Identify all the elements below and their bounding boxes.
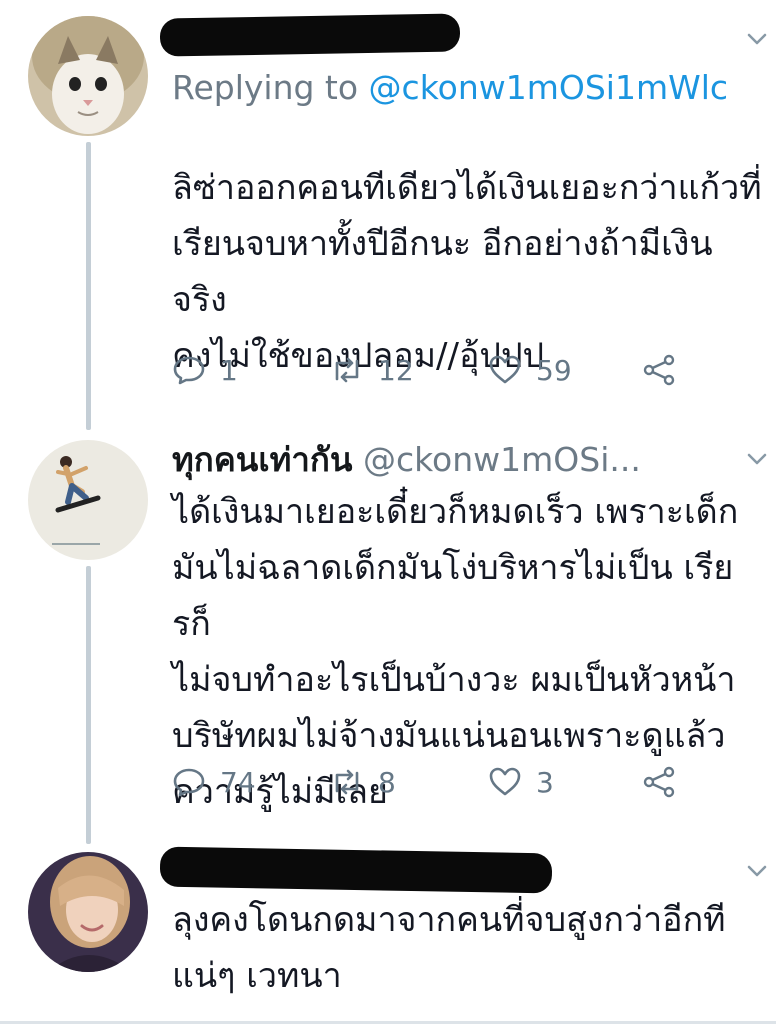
tweet-actions: 74 8 3 [172, 760, 692, 804]
reply-button[interactable]: 74 [172, 760, 256, 804]
author-handle[interactable]: @ckonw1mOSi... [363, 440, 641, 479]
reply-mention-link[interactable]: @ckonw1mOSi1mWlc [369, 68, 729, 107]
avatar-skater[interactable] [28, 440, 148, 560]
tweet-text-line: มันไม่ฉลาดเด็กมันโง่บริหารไม่เป็น เรียรก… [172, 548, 734, 644]
reply-count: 74 [220, 765, 256, 799]
tweet-actions: 1 12 59 [172, 348, 692, 392]
reply-icon [173, 768, 205, 797]
tweet-text-line: บริษัทผมไม่จ้างมันแน่นอนเพราะดูแล้ว [172, 716, 726, 756]
tweet-text-line: ลิซ่าออกคอนทีเดียวได้เงินเยอะกว่าแก้วที่ [172, 168, 762, 208]
thread-line-2 [86, 566, 91, 844]
like-count: 59 [536, 353, 572, 387]
like-icon [489, 767, 521, 796]
redacted-username-3 [159, 846, 553, 894]
chevron-down-icon[interactable] [744, 858, 770, 884]
retweet-count: 12 [378, 353, 414, 387]
reply-icon [173, 356, 205, 385]
tweet-author-row[interactable]: ทุกคนเท่ากัน @ckonw1mOSi... [172, 440, 641, 480]
like-button[interactable]: 59 [488, 348, 572, 392]
share-icon [643, 354, 675, 386]
reply-count: 1 [220, 353, 238, 387]
replying-to-label: Replying to [172, 68, 369, 107]
like-button[interactable]: 3 [488, 760, 554, 804]
like-count: 3 [536, 765, 554, 799]
thread-line-1 [86, 142, 91, 430]
avatar-portrait[interactable] [28, 852, 148, 972]
tweet-text: ลุงคงโดนกดมาจากคนที่จบสูงกว่าอีกที แน่ๆ … [172, 892, 762, 1004]
redacted-username-1 [159, 13, 461, 57]
share-button[interactable] [642, 348, 690, 392]
chevron-down-icon[interactable] [744, 26, 770, 52]
tweet-text-line: เรียนจบหาทั้งปีอีกนะ อีกอย่างถ้ามีเงินจร… [172, 224, 713, 320]
tweet-text-line: ไม่จบทำอะไรเป็นบ้างวะ ผมเป็นหัวหน้า [172, 660, 736, 700]
avatar-cat[interactable] [28, 16, 148, 136]
retweet-icon [335, 357, 359, 383]
retweet-icon [335, 769, 359, 795]
share-icon [643, 766, 675, 798]
display-name[interactable]: ทุกคนเท่ากัน [172, 440, 352, 479]
reply-button[interactable]: 1 [172, 348, 238, 392]
replying-to-line: Replying to @ckonw1mOSi1mWlc [172, 68, 728, 108]
retweet-button[interactable]: 8 [330, 760, 396, 804]
tweet-text-line: แน่ๆ เวทนา [172, 956, 342, 996]
share-button[interactable] [642, 760, 690, 804]
tweet-text-line: ได้เงินมาเยอะเดี๋ยวก็หมดเร็ว เพราะเด็ก [172, 492, 739, 532]
retweet-count: 8 [378, 765, 396, 799]
retweet-button[interactable]: 12 [330, 348, 414, 392]
like-icon [489, 355, 521, 384]
tweet-text-line: ลุงคงโดนกดมาจากคนที่จบสูงกว่าอีกที [172, 900, 726, 940]
chevron-down-icon[interactable] [744, 446, 770, 472]
